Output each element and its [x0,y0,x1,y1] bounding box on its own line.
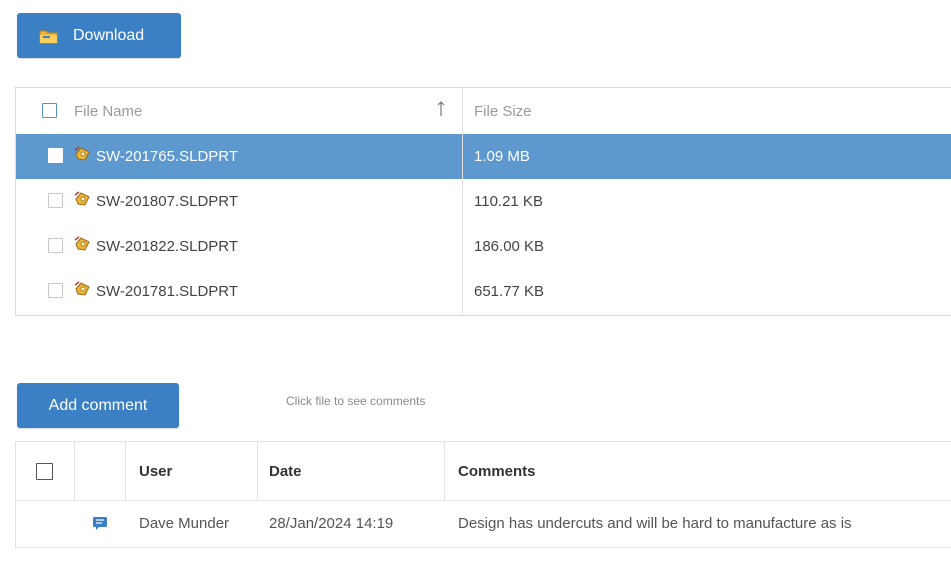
comments-grid: User Date Comments Dave Munder 28/Jan/20… [15,441,951,549]
file-size: 651.77 KB [474,283,545,300]
files-grid-header: File Name File Size [16,88,951,135]
part-icon [73,235,92,253]
part-icon [73,190,92,208]
files-grid: File Name File Size SW-201765.SLDPRT 1.0… [15,87,951,316]
column-header-file-name[interactable]: File Name [74,103,142,120]
file-size: 186.00 KB [474,238,545,255]
file-name: SW-201807.SLDPRT [96,193,239,210]
comment-user: Dave Munder [139,515,230,532]
file-row[interactable]: SW-201822.SLDPRT 186.00 KB [16,224,951,269]
file-size: 1.09 MB [474,148,530,165]
column-header-comments[interactable]: Comments [458,463,536,480]
column-header-user[interactable]: User [139,463,172,480]
select-all-comments-checkbox[interactable] [36,463,53,480]
comments-hint: Click file to see comments [286,394,426,408]
file-checkbox[interactable] [48,283,63,298]
comment-row[interactable]: Dave Munder 28/Jan/2024 14:19 Design has… [16,501,951,548]
column-header-date[interactable]: Date [269,463,302,480]
download-button-label: Download [73,26,145,44]
file-row[interactable]: SW-201781.SLDPRT 651.77 KB [16,269,951,314]
file-name: SW-201765.SLDPRT [96,148,239,165]
file-name: SW-201781.SLDPRT [96,283,239,300]
comment-date: 28/Jan/2024 14:19 [269,515,394,532]
file-size: 110.21 KB [474,193,543,210]
part-icon [73,145,92,163]
file-checkbox[interactable] [48,148,63,163]
file-row[interactable]: SW-201807.SLDPRT 110.21 KB [16,179,951,224]
add-comment-button[interactable]: Add comment [17,383,179,428]
comment-icon[interactable] [92,516,108,536]
file-checkbox[interactable] [48,193,63,208]
file-name: SW-201822.SLDPRT [96,238,239,255]
column-divider[interactable] [462,88,463,315]
column-header-file-size[interactable]: File Size [474,103,532,120]
file-row[interactable]: SW-201765.SLDPRT 1.09 MB [16,134,951,179]
comments-grid-header: User Date Comments [16,442,951,501]
file-checkbox[interactable] [48,238,63,253]
comment-text: Design has undercuts and will be hard to… [458,515,852,532]
sort-arrow-icon[interactable] [436,99,446,124]
folder-icon [39,28,59,44]
select-all-files-checkbox[interactable] [42,103,57,118]
part-icon [73,280,92,298]
download-button[interactable]: Download [17,13,181,58]
